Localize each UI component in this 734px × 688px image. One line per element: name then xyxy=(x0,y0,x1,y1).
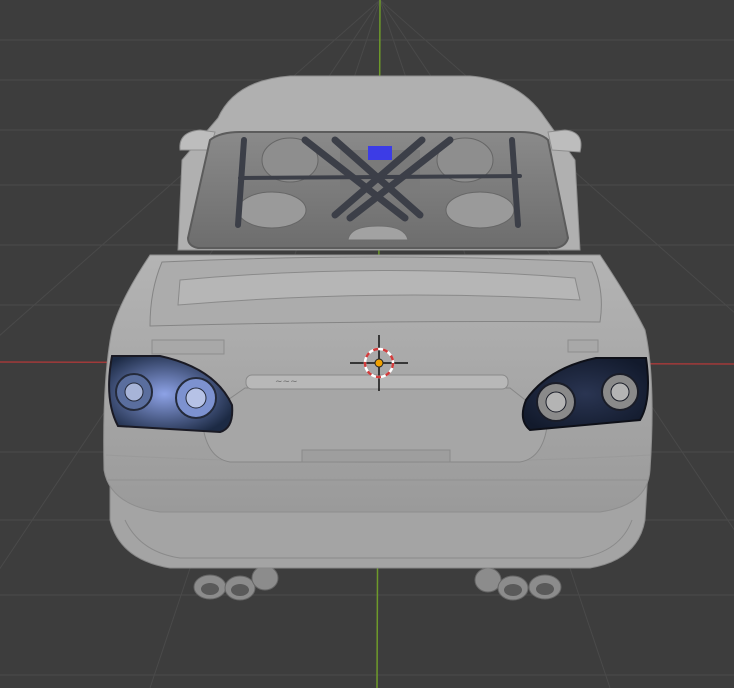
3d-viewport[interactable]: ~~~ xyxy=(0,0,734,688)
selected-face[interactable] xyxy=(368,146,392,160)
viewport-canvas[interactable]: ~~~ xyxy=(0,0,734,688)
side-mirror-right xyxy=(547,129,582,153)
trunk-badge: ~~~ xyxy=(275,377,298,387)
car-model[interactable]: ~~~ xyxy=(103,75,653,601)
